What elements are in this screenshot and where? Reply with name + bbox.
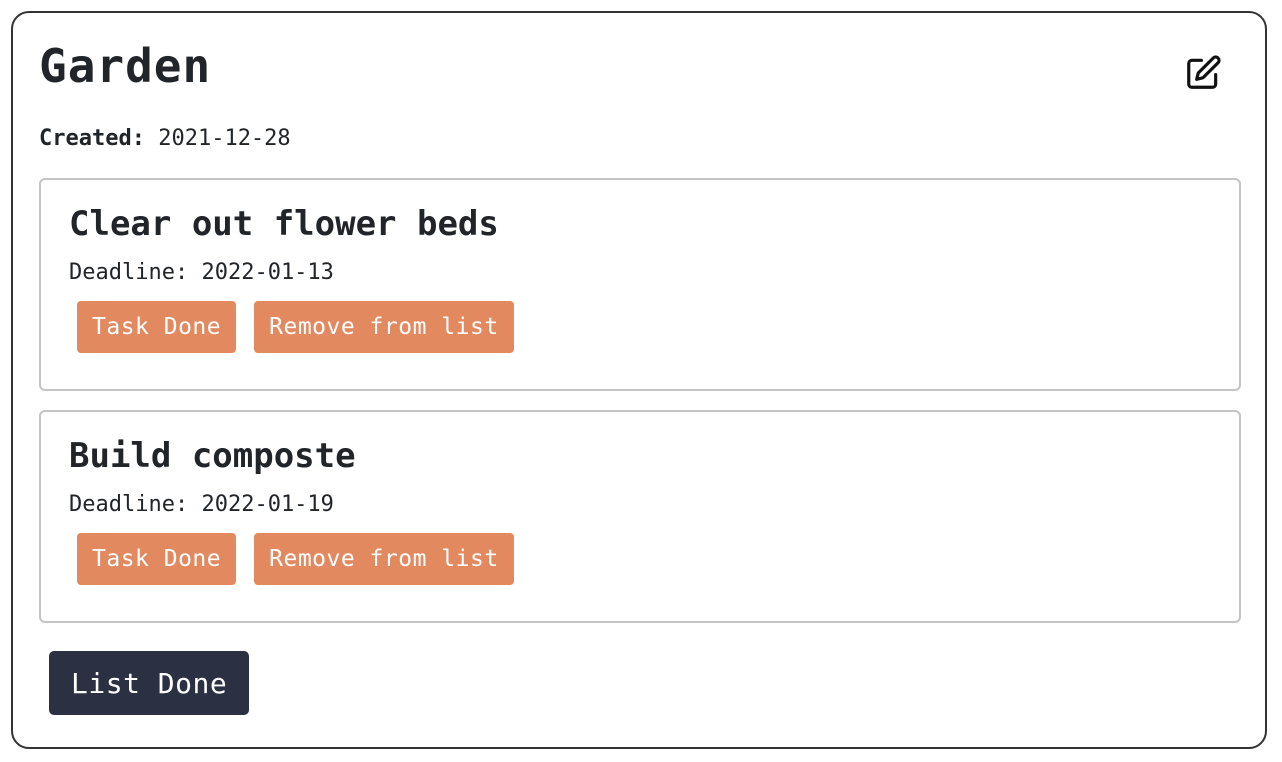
- task-done-button[interactable]: Task Done: [77, 301, 237, 353]
- task-done-button[interactable]: Task Done: [77, 533, 237, 585]
- task-actions: Task Done Remove from list: [77, 533, 514, 585]
- task-actions: Task Done Remove from list: [77, 301, 514, 353]
- deadline-label: Deadline:: [69, 260, 189, 285]
- created-label: Created:: [39, 126, 145, 151]
- list-title: Garden: [39, 39, 212, 93]
- task-card: Clear out flower beds Deadline: 2022-01-…: [39, 178, 1241, 391]
- task-card: Build composte Deadline: 2022-01-19 Task…: [39, 410, 1241, 623]
- deadline-label: Deadline:: [69, 492, 189, 517]
- deadline-date: 2022-01-19: [201, 492, 334, 517]
- remove-from-list-button[interactable]: Remove from list: [254, 533, 514, 585]
- task-deadline: Deadline: 2022-01-19: [69, 492, 334, 518]
- edit-icon: [1184, 54, 1222, 96]
- list-card: Garden Created: 2021-12-28 Clear out flo…: [11, 11, 1267, 749]
- task-title: Clear out flower beds: [69, 204, 499, 244]
- task-title: Build composte: [69, 436, 356, 476]
- remove-from-list-button[interactable]: Remove from list: [254, 301, 514, 353]
- edit-list-button[interactable]: [1183, 55, 1223, 95]
- created-date: 2021-12-28: [158, 126, 291, 151]
- task-deadline: Deadline: 2022-01-13: [69, 260, 334, 286]
- created-info: Created: 2021-12-28: [39, 126, 291, 152]
- list-done-button[interactable]: List Done: [49, 651, 250, 715]
- deadline-date: 2022-01-13: [201, 260, 334, 285]
